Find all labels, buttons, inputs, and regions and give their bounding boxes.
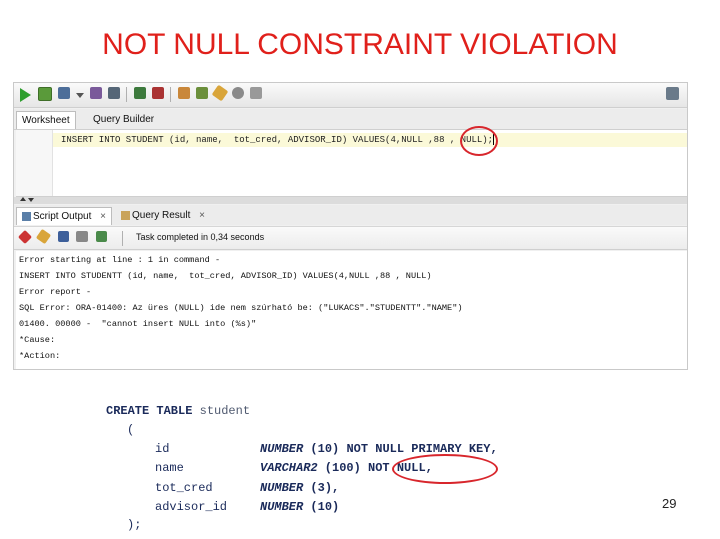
- tab-script-output[interactable]: Script Output ×: [16, 207, 112, 225]
- collapse-down-icon[interactable]: [28, 198, 34, 202]
- column-advisor-id-def: NUMBER (10): [260, 500, 339, 514]
- output-line: SQL Error: ORA-01400: Az üres (NULL) ide…: [19, 303, 463, 313]
- toolbar-separator: [122, 231, 123, 246]
- output-line: *Action:: [19, 351, 61, 361]
- explain-plan-icon[interactable]: [108, 87, 120, 99]
- column-advisor-id-name: advisor_id: [155, 500, 228, 514]
- run-statement-icon[interactable]: [20, 88, 31, 102]
- output-toolbar: Task completed in 0,34 seconds: [14, 226, 687, 250]
- editor-code-line[interactable]: INSERT INTO STUDENT (id, name, tot_cred,…: [61, 134, 495, 145]
- pin-icon[interactable]: [17, 229, 33, 245]
- column-size: (3),: [303, 481, 340, 495]
- output-line: *Cause:: [19, 335, 56, 345]
- commit-icon[interactable]: [58, 87, 70, 99]
- column-type: VARCHAR2: [260, 461, 318, 475]
- tab-query-result[interactable]: Query Result ×: [116, 207, 210, 224]
- column-size: (100): [317, 461, 369, 475]
- tab-query-result-label: Query Result: [132, 210, 191, 221]
- code-before-null: INSERT INTO STUDENT (id, name, tot_cred,…: [61, 134, 402, 145]
- close-icon[interactable]: ×: [199, 210, 205, 221]
- script-output-icon: [22, 211, 31, 221]
- format-icon[interactable]: [196, 87, 208, 99]
- output-line: INSERT INTO STUDENTT (id, name, tot_cred…: [19, 271, 432, 281]
- slide-title: NOT NULL CONSTRAINT VIOLATION: [102, 28, 618, 61]
- create-table-keyword: CREATE TABLE: [106, 404, 193, 418]
- output-line: Error report -: [19, 287, 92, 297]
- tab-query-builder[interactable]: Query Builder: [88, 111, 159, 128]
- column-size: (10): [303, 500, 340, 514]
- tab-worksheet[interactable]: Worksheet: [16, 111, 76, 129]
- close-paren: );: [127, 518, 142, 532]
- clear-icon[interactable]: [250, 87, 262, 99]
- column-constraint: NOT NULL PRIMARY KEY,: [346, 442, 498, 456]
- code-null-value: NULL: [401, 134, 423, 145]
- column-name-name: name: [155, 461, 184, 475]
- column-type: NUMBER: [260, 442, 304, 456]
- autotrace-icon[interactable]: [90, 87, 102, 99]
- tab-script-output-label: Script Output: [33, 211, 92, 222]
- toolbar-separator: [170, 87, 171, 102]
- page-number: 29: [662, 496, 677, 511]
- null-value-highlight-ring: [460, 126, 498, 156]
- output-line: 01400. 00000 - "cannot insert NULL into …: [19, 319, 257, 329]
- table-name: student: [192, 404, 251, 418]
- sql-developer-window: Worksheet Query Builder INSERT INTO STUD…: [13, 82, 688, 370]
- column-id-name: id: [155, 442, 170, 456]
- open-paren: (: [127, 423, 135, 437]
- eraser-icon[interactable]: [35, 228, 52, 245]
- dropdown-arrow-icon[interactable]: [76, 93, 84, 98]
- history-icon[interactable]: [232, 87, 244, 99]
- script-output-panel[interactable]: Error starting at line : 1 in command - …: [16, 251, 687, 369]
- export-icon[interactable]: [96, 231, 107, 242]
- worksheet-tab-bar: Worksheet Query Builder: [14, 109, 687, 130]
- pane-splitter[interactable]: [14, 197, 687, 204]
- save-icon[interactable]: [58, 231, 69, 242]
- column-type: NUMBER: [260, 500, 304, 514]
- create-table-line: CREATE TABLE student: [106, 404, 250, 418]
- rollback-icon[interactable]: [152, 87, 164, 99]
- editor-gutter: [16, 130, 53, 196]
- sql-tuning-icon[interactable]: [178, 87, 190, 99]
- main-toolbar: [14, 83, 687, 108]
- collapse-up-icon[interactable]: [20, 197, 26, 201]
- eraser-icon[interactable]: [211, 84, 229, 102]
- column-tot-cred-name: tot_cred: [155, 481, 213, 495]
- close-icon[interactable]: ×: [100, 211, 106, 222]
- commit-icon[interactable]: [134, 87, 146, 99]
- column-type: NUMBER: [260, 481, 304, 495]
- print-icon[interactable]: [76, 231, 88, 242]
- output-line: Error starting at line : 1 in command -: [19, 255, 221, 265]
- column-size: (10): [303, 442, 347, 456]
- not-null-highlight-ring: [392, 454, 498, 484]
- toolbar-separator: [126, 87, 127, 102]
- run-script-icon[interactable]: [38, 87, 52, 101]
- connection-icon[interactable]: [666, 87, 679, 100]
- task-status: Task completed in 0,34 seconds: [136, 232, 265, 242]
- query-result-icon: [121, 210, 130, 220]
- output-tab-bar: Script Output × Query Result ×: [14, 205, 687, 225]
- column-tot-cred-def: NUMBER (3),: [260, 481, 339, 495]
- sql-editor[interactable]: INSERT INTO STUDENT (id, name, tot_cred,…: [16, 130, 687, 197]
